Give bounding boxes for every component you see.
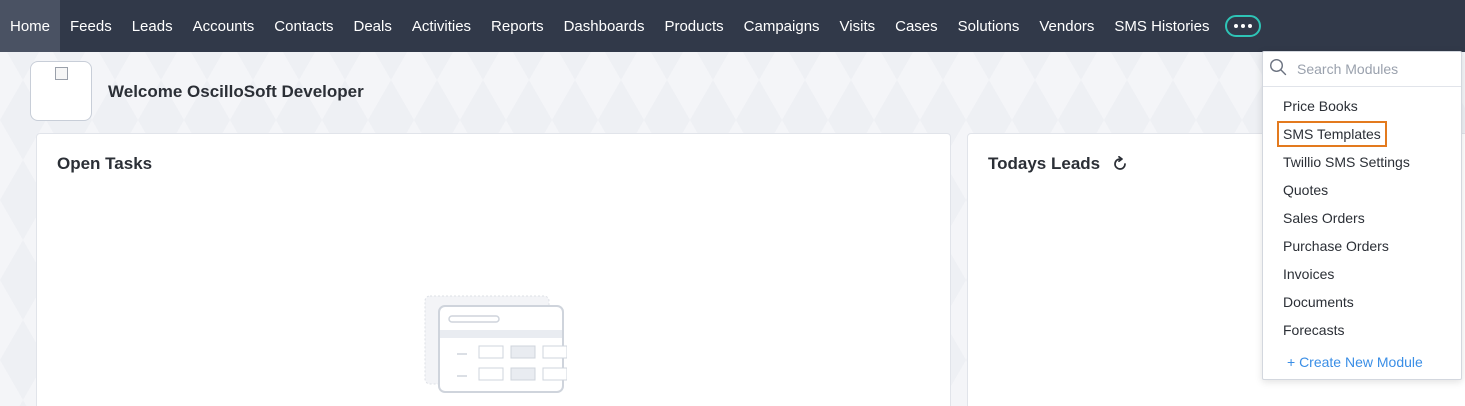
- module-item-sales-orders[interactable]: Sales Orders: [1263, 204, 1461, 232]
- todays-leads-title-text: Todays Leads: [988, 154, 1101, 173]
- more-dots-icon: [1248, 24, 1253, 28]
- module-item-documents[interactable]: Documents: [1263, 288, 1461, 316]
- nav-item-sms-histories[interactable]: SMS Histories: [1104, 0, 1219, 52]
- refresh-icon[interactable]: [1112, 156, 1128, 172]
- module-item-invoices[interactable]: Invoices: [1263, 260, 1461, 288]
- nav-item-vendors[interactable]: Vendors: [1029, 0, 1104, 52]
- avatar[interactable]: [30, 61, 92, 121]
- nav-item-products[interactable]: Products: [654, 0, 733, 52]
- create-new-module-link[interactable]: + Create New Module: [1287, 354, 1423, 370]
- open-tasks-card: Open Tasks: [36, 133, 951, 406]
- nav-item-contacts[interactable]: Contacts: [264, 0, 343, 52]
- nav-item-cases[interactable]: Cases: [885, 0, 948, 52]
- more-modules-button[interactable]: [1225, 15, 1262, 37]
- module-item-price-books[interactable]: Price Books: [1263, 92, 1461, 120]
- nav-item-home[interactable]: Home: [0, 0, 61, 52]
- module-item-sms-templates[interactable]: SMS Templates: [1263, 120, 1461, 148]
- nav-item-leads[interactable]: Leads: [122, 0, 183, 52]
- search-icon: [1269, 58, 1287, 81]
- todays-leads-title: Todays Leads: [988, 154, 1128, 174]
- nav-item-activities[interactable]: Activities: [402, 0, 481, 52]
- search-modules-input[interactable]: [1295, 60, 1449, 78]
- more-dots-icon: [1241, 24, 1246, 28]
- empty-table-illustration-icon: [423, 294, 568, 399]
- nav-item-dashboards[interactable]: Dashboards: [554, 0, 655, 52]
- broken-image-icon: [55, 67, 68, 80]
- nav-item-solutions[interactable]: Solutions: [948, 0, 1030, 52]
- more-modules-dropdown: Price Books SMS Templates Twillio SMS Se…: [1262, 51, 1462, 380]
- nav-item-visits[interactable]: Visits: [830, 0, 886, 52]
- module-item-purchase-orders[interactable]: Purchase Orders: [1263, 232, 1461, 260]
- module-item-quotes[interactable]: Quotes: [1263, 176, 1461, 204]
- module-item-twillio-sms-settings[interactable]: Twillio SMS Settings: [1263, 148, 1461, 176]
- nav-item-deals[interactable]: Deals: [344, 0, 402, 52]
- open-tasks-title-text: Open Tasks: [57, 154, 153, 173]
- top-nav: Home Feeds Leads Accounts Contacts Deals…: [0, 0, 1465, 52]
- nav-item-accounts[interactable]: Accounts: [183, 0, 265, 52]
- nav-item-reports[interactable]: Reports: [481, 0, 554, 52]
- module-item-forecasts[interactable]: Forecasts: [1263, 316, 1461, 344]
- module-search: [1263, 52, 1461, 87]
- nav-item-campaigns[interactable]: Campaigns: [734, 0, 830, 52]
- nav-item-feeds[interactable]: Feeds: [60, 0, 122, 52]
- more-dots-icon: [1234, 24, 1239, 28]
- open-tasks-title: Open Tasks: [57, 154, 152, 174]
- welcome-text: Welcome OscilloSoft Developer: [108, 82, 364, 101]
- module-list: Price Books SMS Templates Twillio SMS Se…: [1263, 87, 1461, 344]
